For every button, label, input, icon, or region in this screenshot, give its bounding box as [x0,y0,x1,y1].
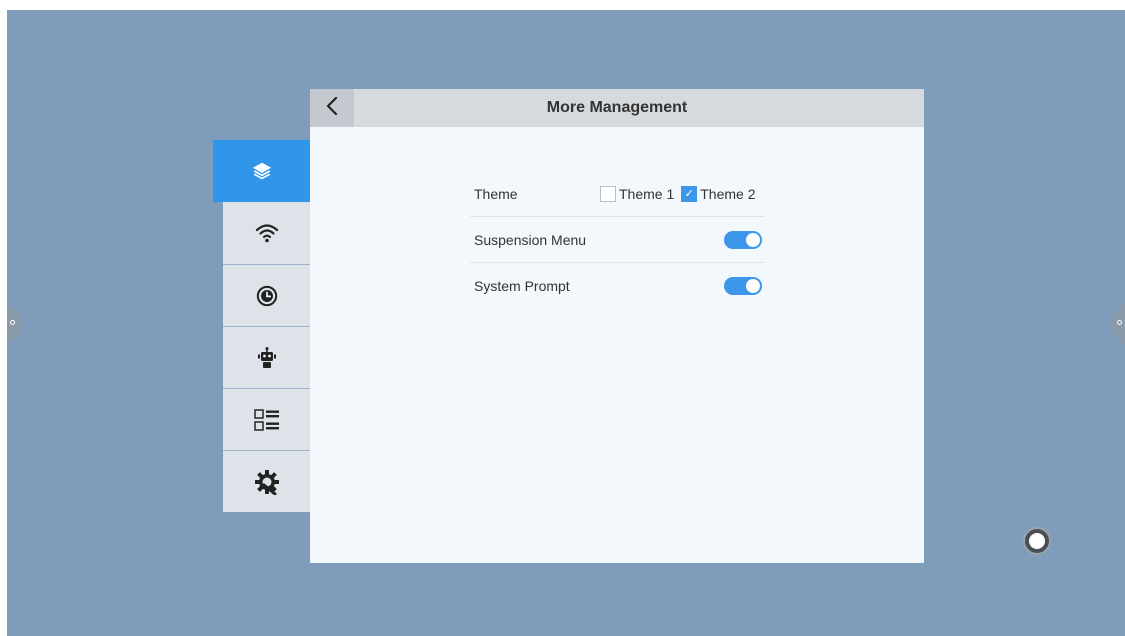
setting-row-theme: Theme Theme 1 ✓ Theme 2 [470,171,764,217]
theme-label: Theme [474,185,518,202]
sidebar-item-list[interactable] [223,388,310,450]
suspension-menu-label: Suspension Menu [474,231,587,248]
page-title: More Management [546,99,688,116]
sidebar-item-advanced-settings[interactable] [223,450,310,512]
settings-list: Theme Theme 1 ✓ Theme 2 Suspension Menu [470,171,764,309]
setting-row-suspension-menu: Suspension Menu [470,217,764,263]
toggle-knob [746,232,760,247]
gear-icon [1117,320,1122,325]
theme-2-option[interactable]: ✓ Theme 2 [681,185,756,202]
theme-1-checkbox[interactable] [600,185,616,202]
list-icon [253,408,280,432]
more-management-panel: More Management Theme Theme 1 ✓ Theme 2 … [310,89,924,563]
gear-icon [10,320,15,325]
setting-row-system-prompt: System Prompt [470,263,764,309]
clock-icon [256,285,278,307]
system-prompt-toggle[interactable] [724,277,762,295]
layers-icon [251,160,273,182]
sidebar-item-layers[interactable] [213,140,310,202]
floating-menu-button[interactable] [1023,527,1051,555]
suspension-menu-toggle[interactable] [724,230,762,249]
theme-1-option[interactable]: Theme 1 [600,185,675,202]
panel-header: More Management [310,89,924,127]
theme-options: Theme 1 ✓ Theme 2 [600,171,763,216]
floating-ball-icon [1029,533,1045,549]
robot-icon [256,346,278,370]
sidebar-item-clock[interactable] [223,264,310,326]
wifi-icon [255,222,279,244]
checkmark-icon: ✓ [684,187,694,200]
chevron-left-icon [326,96,338,120]
sidebar-item-wifi[interactable] [223,202,310,264]
theme-2-checkbox[interactable]: ✓ [681,185,698,202]
theme-2-label: Theme 2 [700,185,756,202]
toggle-knob [746,279,760,293]
theme-1-label: Theme 1 [619,185,675,202]
system-prompt-label: System Prompt [474,278,570,294]
settings-sidebar [213,140,310,512]
gear-wrench-icon [254,469,280,495]
back-button[interactable] [310,89,354,127]
sidebar-item-robot[interactable] [223,326,310,388]
